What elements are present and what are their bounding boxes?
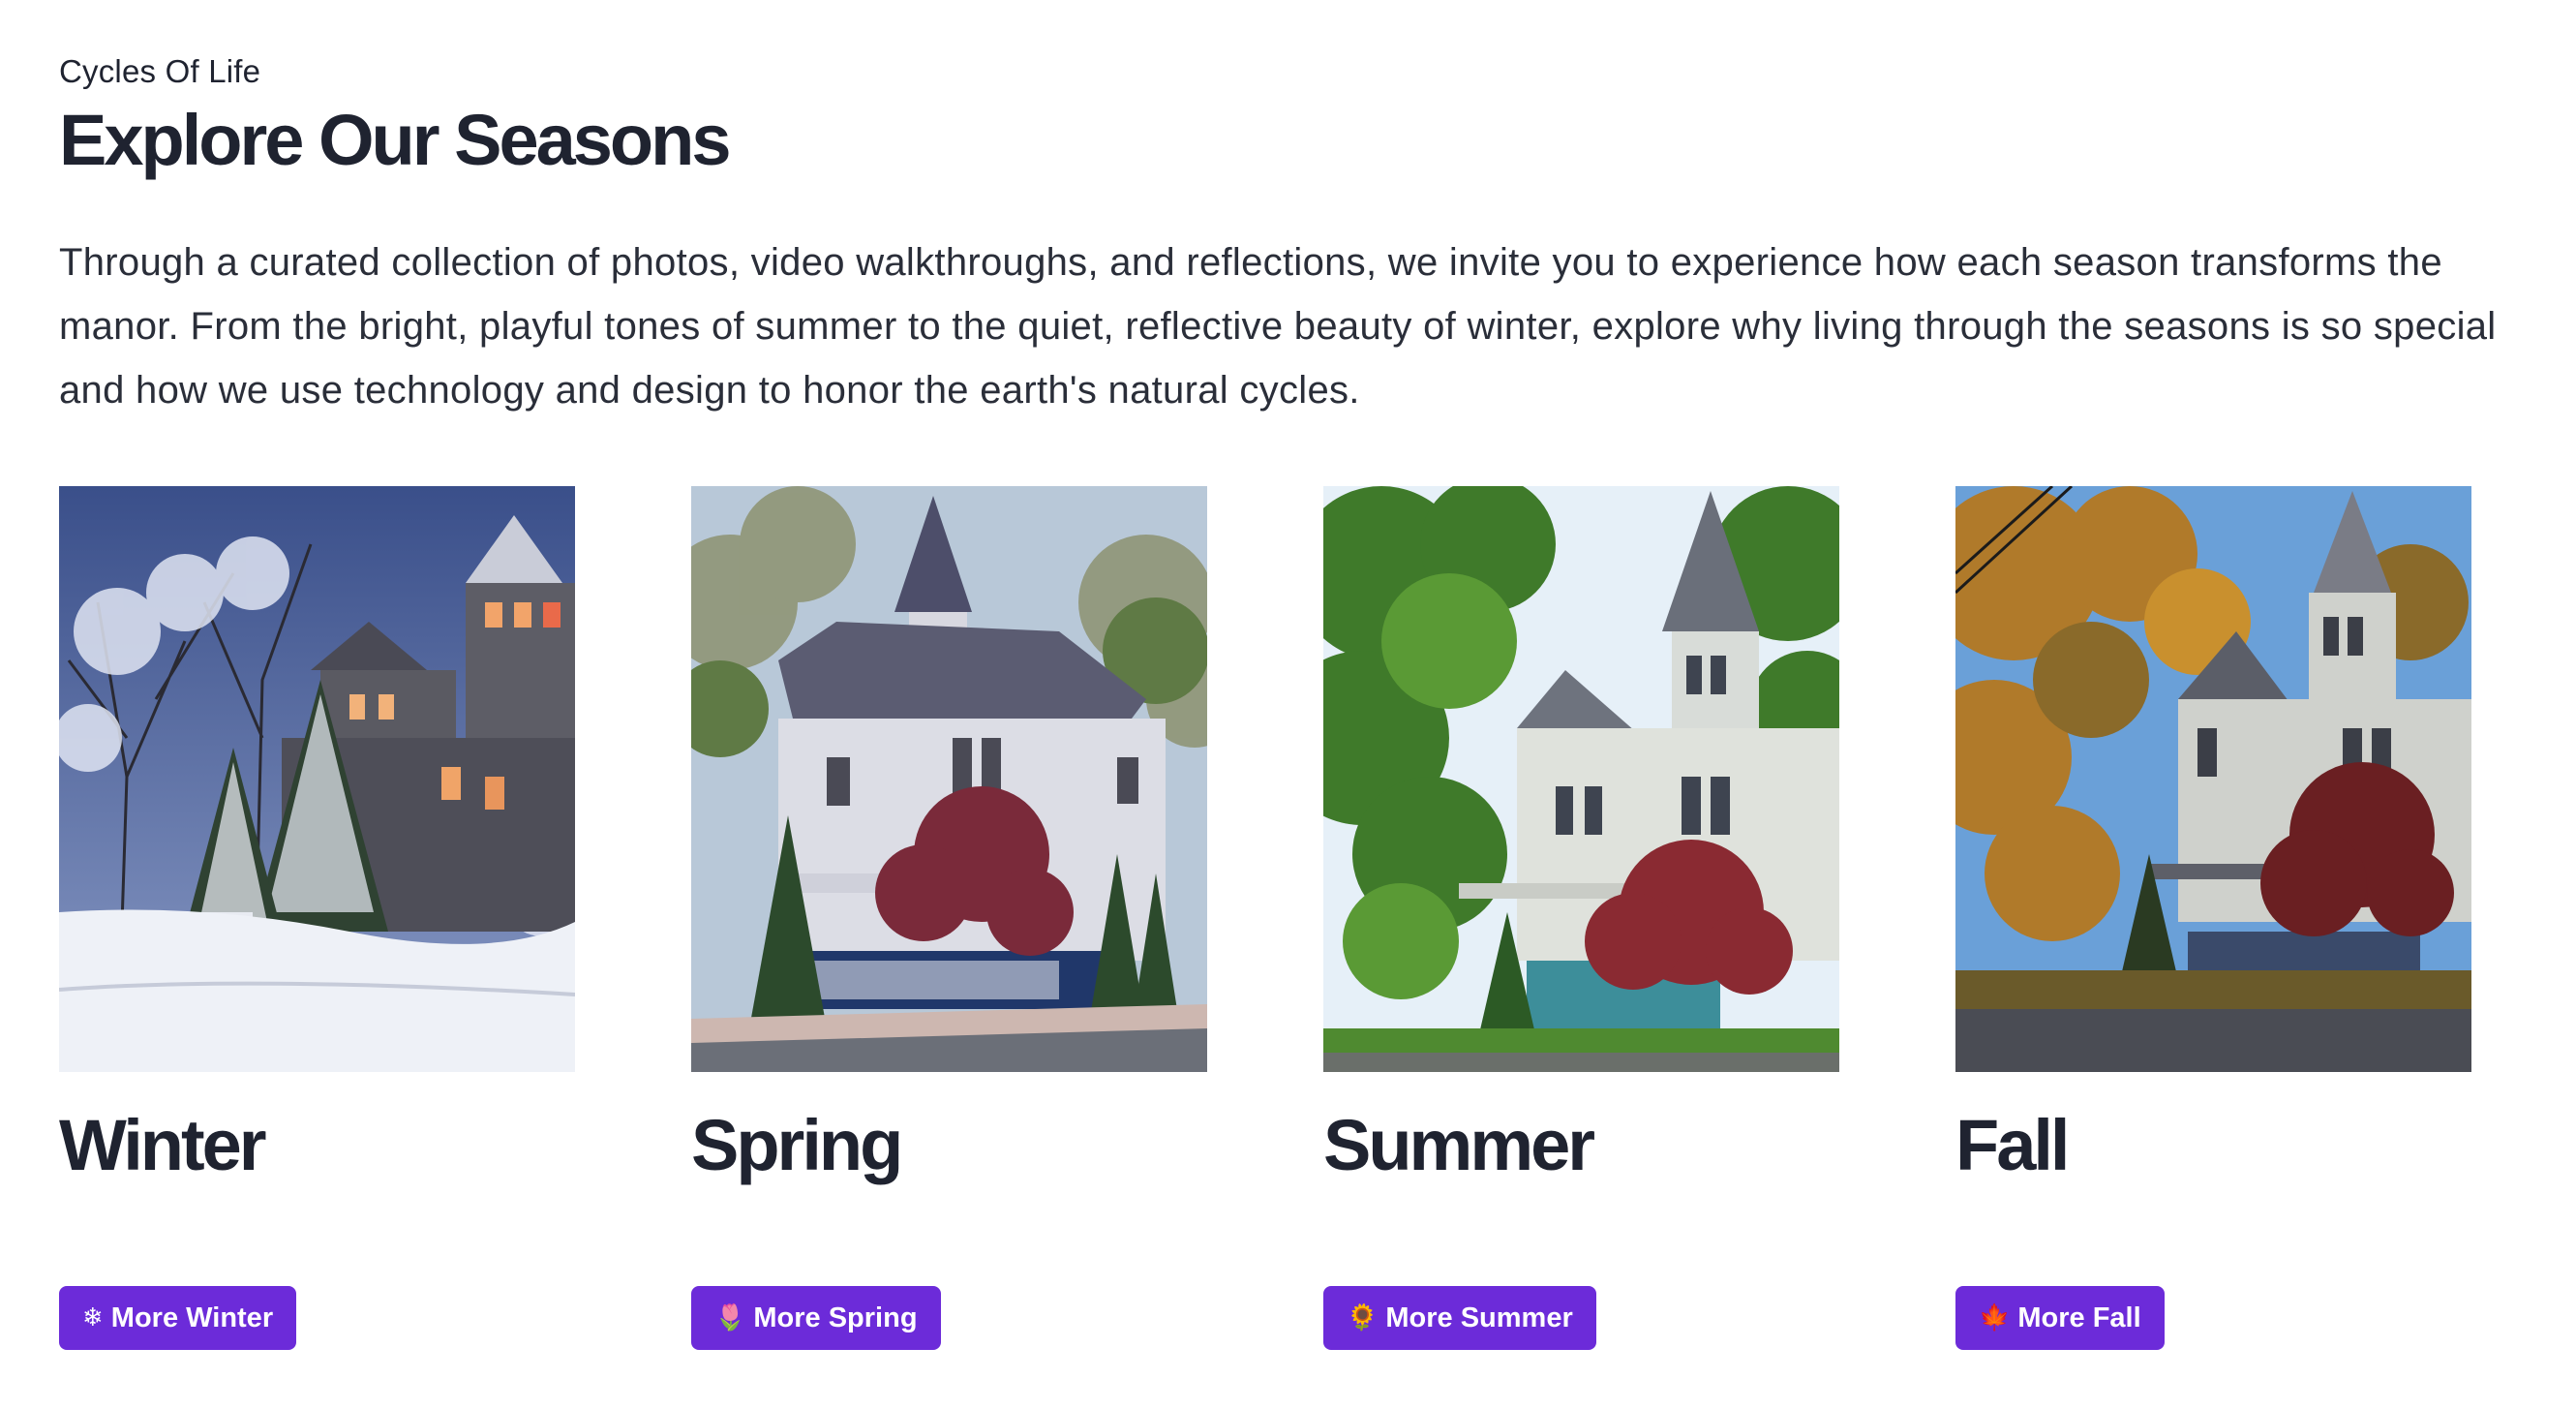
snowflake-icon: ❄	[82, 1303, 104, 1332]
season-title: Spring	[691, 1105, 903, 1185]
maple-leaf-icon: 🍁	[1979, 1303, 2011, 1332]
page-title: Explore Our Seasons	[59, 100, 731, 180]
button-label: More Fall	[2017, 1302, 2141, 1333]
button-label: More Winter	[110, 1302, 274, 1333]
summer-photo	[1323, 486, 1839, 1072]
season-title: Winter	[59, 1105, 267, 1185]
seasons-page: Cycles Of Life Explore Our Seasons Throu…	[0, 0, 2576, 1409]
spring-photo	[691, 486, 1207, 1072]
more-winter-button[interactable]: ❄ More Winter	[59, 1286, 297, 1350]
fall-photo	[1955, 486, 2471, 1072]
season-card-winter: Winter ❄ More Winter	[59, 486, 575, 1350]
section-eyebrow: Cycles Of Life	[59, 53, 261, 89]
button-label: More Summer	[1385, 1302, 1573, 1333]
tulip-icon: 🌷	[714, 1303, 746, 1332]
winter-photo	[59, 486, 575, 1072]
season-grid: Winter ❄ More Winter Spring 🌷 More Sprin…	[59, 486, 2479, 1358]
sunflower-icon: 🌻	[1347, 1303, 1379, 1332]
season-card-spring: Spring 🌷 More Spring	[691, 486, 1207, 1350]
season-card-summer: Summer 🌻 More Summer	[1323, 486, 1839, 1350]
intro-paragraph: Through a curated collection of photos, …	[59, 241, 2497, 412]
more-fall-button[interactable]: 🍁 More Fall	[1955, 1286, 2165, 1350]
season-card-fall: Fall 🍁 More Fall	[1955, 486, 2471, 1350]
more-spring-button[interactable]: 🌷 More Spring	[691, 1286, 941, 1350]
more-summer-button[interactable]: 🌻 More Summer	[1323, 1286, 1596, 1350]
button-label: More Spring	[753, 1302, 918, 1333]
season-title: Fall	[1955, 1105, 2070, 1185]
season-title: Summer	[1323, 1105, 1595, 1185]
